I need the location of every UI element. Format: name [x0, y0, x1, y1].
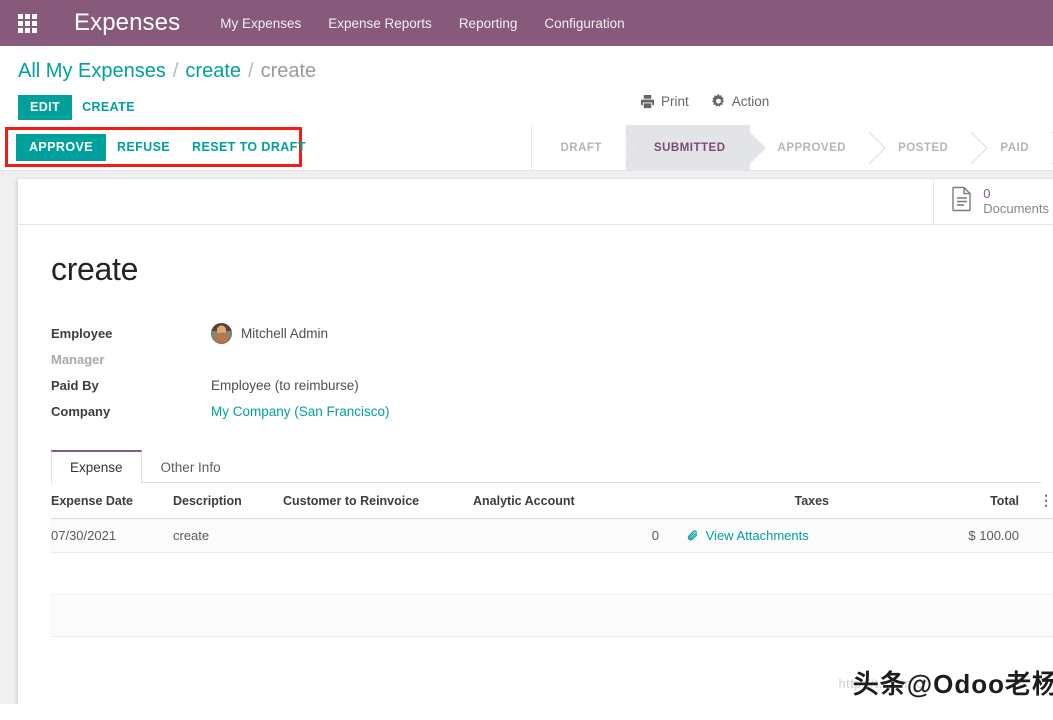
app-brand-title[interactable]: Expenses: [74, 9, 180, 37]
printer-icon: [640, 94, 655, 109]
avatar: [211, 322, 232, 344]
table-row[interactable]: 07/30/2021 create 0 View Attachments $ 1…: [51, 518, 1053, 553]
statusbar-row: APPROVE REFUSE RESET TO DRAFT DRAFT SUBM…: [0, 125, 1053, 171]
print-label: Print: [661, 94, 689, 109]
breadcrumb-item-all-my-expenses[interactable]: All My Expenses: [18, 60, 166, 83]
cell-options: [1033, 518, 1053, 553]
nav-item-expense-reports[interactable]: Expense Reports: [328, 16, 432, 31]
field-label-manager: Manager: [51, 351, 105, 367]
sheet-body: create Employee Mitchell Admin Manager P…: [18, 225, 1053, 637]
column-header-expense-date[interactable]: Expense Date: [51, 483, 173, 519]
print-button[interactable]: Print: [640, 94, 689, 109]
reset-to-draft-button[interactable]: RESET TO DRAFT: [181, 134, 317, 161]
action-button[interactable]: Action: [711, 94, 770, 109]
refuse-button[interactable]: REFUSE: [106, 134, 181, 161]
table-empty-row[interactable]: [51, 594, 1053, 637]
field-value-company[interactable]: My Company (San Francisco): [211, 398, 390, 424]
cell-description[interactable]: create: [173, 518, 283, 553]
field-row-manager: Manager: [51, 346, 390, 372]
notebook-tabs: Expense Other Info: [51, 450, 1041, 483]
nav-item-configuration[interactable]: Configuration: [544, 16, 624, 31]
breadcrumb-separator: /: [172, 60, 179, 82]
control-panel: All My Expenses / create / create EDIT C…: [0, 46, 1053, 171]
field-row-company: Company My Company (San Francisco): [51, 398, 390, 424]
documents-label: Documents: [983, 200, 1049, 216]
top-navbar: Expenses My Expenses Expense Reports Rep…: [0, 0, 1053, 46]
cell-total[interactable]: $ 100.00: [843, 518, 1033, 553]
breadcrumb-separator-2: /: [248, 60, 254, 82]
status-stage-approved[interactable]: APPROVED: [750, 125, 871, 170]
expense-lines-table: Expense Date Description Customer to Rei…: [51, 483, 1053, 637]
field-row-paid-by: Paid By Employee (to reimburse): [51, 372, 390, 398]
field-value-employee[interactable]: Mitchell Admin: [211, 320, 390, 346]
paperclip-icon: [687, 528, 706, 543]
page-title: create: [51, 251, 139, 287]
field-label-employee: Employee: [51, 325, 113, 341]
column-header-analytic-account[interactable]: Analytic Account: [473, 483, 673, 519]
form-sheet: 0 Documents create Employee Mitchell Adm…: [18, 179, 1053, 704]
nav-item-reporting[interactable]: Reporting: [459, 16, 518, 31]
documents-smart-button[interactable]: 0 Documents: [933, 179, 1053, 224]
documents-count: 0: [983, 185, 991, 201]
breadcrumb: All My Expenses / create / create: [0, 46, 1053, 83]
cell-customer-to-reinvoice[interactable]: [283, 518, 473, 553]
gear-icon: [711, 94, 726, 109]
column-header-total[interactable]: Total: [843, 483, 1033, 519]
form-sheet-background: 0 Documents create Employee Mitchell Adm…: [0, 171, 1053, 704]
status-pipeline: DRAFT SUBMITTED APPROVED POSTED PAID: [531, 125, 1053, 170]
field-value-paid-by[interactable]: Employee (to reimburse): [211, 372, 390, 398]
navbar-menu: My Expenses Expense Reports Reporting Co…: [220, 16, 624, 31]
field-row-employee: Employee Mitchell Admin: [51, 320, 390, 346]
background-faint-text: http://t.csdn.cn: [838, 676, 931, 691]
notebook: Expense Other Info Expense Date Descript…: [51, 450, 1053, 637]
status-stage-draft[interactable]: DRAFT: [531, 125, 625, 170]
approve-button[interactable]: APPROVE: [16, 134, 106, 161]
view-attachments-link[interactable]: View Attachments: [687, 528, 809, 543]
tab-other-info[interactable]: Other Info: [142, 450, 240, 483]
field-value-manager[interactable]: [211, 346, 390, 372]
view-attachments-label: View Attachments: [705, 528, 809, 543]
smart-button-row: 0 Documents: [18, 179, 1053, 225]
create-button[interactable]: CREATE: [72, 95, 145, 120]
watermark-text: 头条@Odoo老杨: [852, 669, 1053, 699]
control-panel-buttons: EDIT CREATE Print Action: [0, 83, 1053, 120]
breadcrumb-current: create: [260, 60, 317, 82]
workflow-buttons: APPROVE REFUSE RESET TO DRAFT: [16, 134, 317, 161]
action-label: Action: [731, 94, 770, 109]
breadcrumb-item-create[interactable]: create: [185, 60, 241, 83]
column-header-description[interactable]: Description: [173, 483, 283, 519]
table-header-row: Expense Date Description Customer to Rei…: [51, 483, 1053, 519]
document-icon: [950, 186, 974, 217]
column-header-customer-to-reinvoice[interactable]: Customer to Reinvoice: [283, 483, 473, 519]
column-header-taxes[interactable]: Taxes: [673, 483, 843, 519]
status-stage-submitted[interactable]: SUBMITTED: [625, 125, 750, 170]
table-spacer-row: [51, 552, 1053, 595]
field-label-company: Company: [51, 403, 111, 419]
cell-analytic-account[interactable]: 0: [473, 518, 673, 553]
cell-attachments[interactable]: View Attachments: [673, 518, 843, 553]
tab-expense[interactable]: Expense: [51, 450, 142, 483]
edit-button[interactable]: EDIT: [18, 94, 73, 120]
apps-grid-icon[interactable]: [10, 6, 44, 40]
nav-item-my-expenses[interactable]: My Expenses: [220, 16, 301, 31]
field-label-paid-by: Paid By: [51, 377, 99, 393]
vertical-dots-icon[interactable]: ⋮: [1033, 483, 1053, 519]
cell-expense-date[interactable]: 07/30/2021: [51, 518, 173, 553]
record-fields: Employee Mitchell Admin Manager Paid By …: [51, 320, 390, 424]
control-panel-tools: Print Action: [640, 94, 769, 109]
cell-taxes-value: 0: [651, 528, 659, 543]
employee-name: Mitchell Admin: [241, 325, 329, 341]
